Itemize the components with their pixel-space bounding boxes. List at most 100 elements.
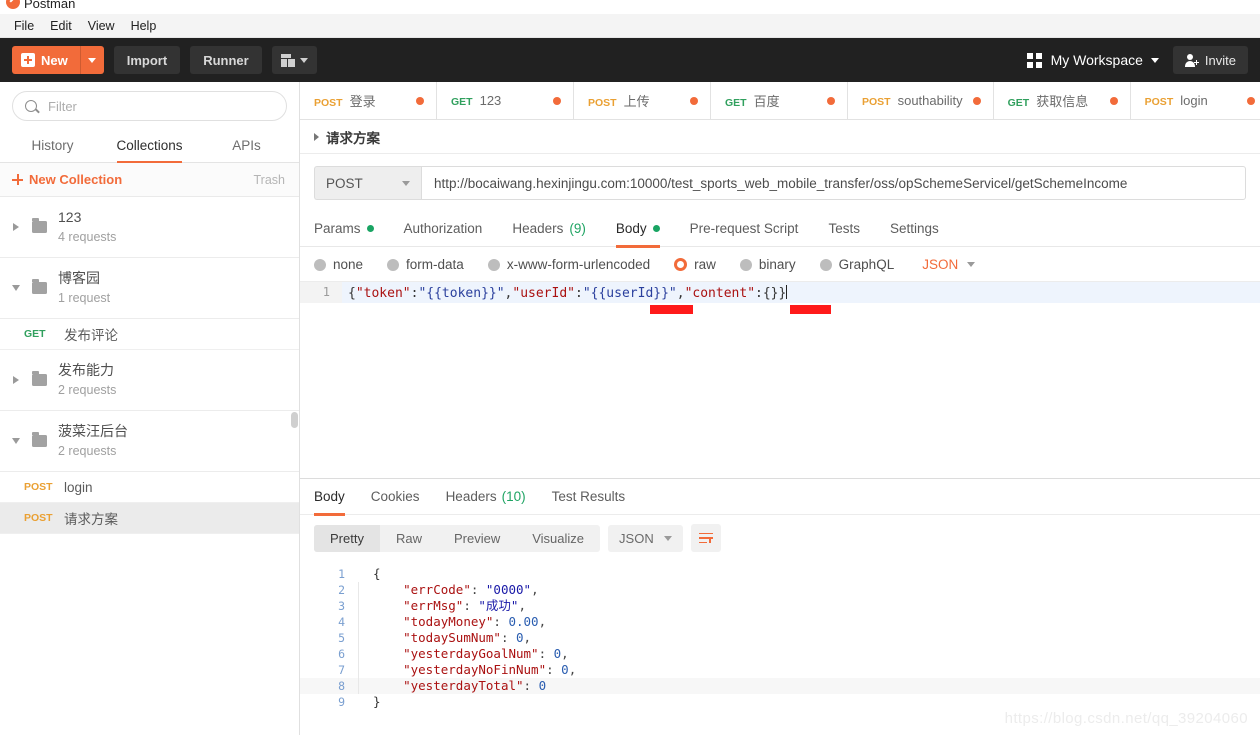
- tab-authorization[interactable]: Authorization: [389, 210, 498, 247]
- tab-body[interactable]: Body: [601, 210, 675, 248]
- body-mode-graphql[interactable]: GraphQL: [819, 257, 894, 272]
- request-tab-huoquxinxi[interactable]: GET 获取信息: [993, 82, 1131, 119]
- radio-icon: [819, 258, 832, 271]
- body-mode-binary[interactable]: binary: [739, 257, 796, 272]
- url-bar: POST: [300, 154, 1260, 210]
- response-body: 1 { 2 "errCode": "0000", 3 "errMsg": "成功…: [300, 560, 1260, 735]
- json-punct: :: [755, 285, 763, 301]
- response-line-text: }: [373, 694, 381, 709]
- request-method: POST: [24, 481, 53, 493]
- request-tab-123[interactable]: GET 123: [437, 82, 574, 119]
- response-line-text: {: [373, 566, 381, 581]
- radio-icon-selected: [674, 258, 688, 271]
- request-tab-southability[interactable]: POST southability: [848, 82, 994, 119]
- runner-button[interactable]: Runner: [190, 46, 262, 74]
- collection-name: 123: [58, 209, 82, 225]
- response-tab-body[interactable]: Body: [314, 479, 358, 516]
- tab-apis[interactable]: APIs: [198, 129, 295, 162]
- tab-params[interactable]: Params: [314, 210, 389, 247]
- new-button-dropdown[interactable]: [79, 46, 104, 74]
- menu-item-view[interactable]: View: [80, 17, 123, 35]
- view-mode-pretty[interactable]: Pretty: [314, 524, 380, 552]
- menu-item-file[interactable]: File: [6, 17, 42, 35]
- tab-headers-label: Headers: [512, 220, 564, 236]
- json-value: "{{token}}": [418, 285, 505, 301]
- collection-text: 发布能力 2 requests: [58, 361, 116, 399]
- json-punct: {: [348, 285, 356, 301]
- view-mode-raw[interactable]: Raw: [380, 525, 438, 552]
- url-input[interactable]: [421, 166, 1246, 200]
- list-item[interactable]: POST login: [0, 472, 299, 503]
- invite-button[interactable]: Invite: [1172, 46, 1248, 74]
- tab-collections[interactable]: Collections: [101, 129, 198, 163]
- import-button[interactable]: Import: [113, 46, 181, 74]
- list-item-selected[interactable]: POST 请求方案: [0, 503, 299, 534]
- body-mode-urlencoded[interactable]: x-www-form-urlencoded: [487, 257, 650, 272]
- expand-toggle[interactable]: [10, 223, 22, 231]
- workspace-selector[interactable]: My Workspace: [1026, 52, 1159, 68]
- response-tab-headers[interactable]: Headers (10): [433, 479, 539, 515]
- json-punct: ,: [676, 285, 685, 301]
- tab-history[interactable]: History: [4, 129, 101, 162]
- collection-item-fabunengli[interactable]: 发布能力 2 requests: [0, 350, 299, 411]
- new-button-main[interactable]: New: [12, 46, 80, 74]
- collection-item-bocaiwang[interactable]: 菠菜汪后台 2 requests: [0, 411, 299, 472]
- response-tab-cookies[interactable]: Cookies: [358, 479, 433, 515]
- radio-icon: [314, 258, 326, 271]
- tab-tests[interactable]: Tests: [813, 210, 875, 247]
- json-punct: :: [538, 646, 554, 661]
- tab-headers[interactable]: Headers (9): [497, 210, 601, 247]
- request-tab-login[interactable]: POST login: [1130, 82, 1260, 119]
- tab-method: POST: [862, 96, 891, 108]
- request-tab-baidu[interactable]: GET 百度: [711, 82, 848, 119]
- json-punct: :: [493, 614, 509, 629]
- new-window-button[interactable]: [271, 46, 317, 74]
- filter-wrapper: [0, 82, 299, 129]
- menu-item-help[interactable]: Help: [123, 17, 165, 35]
- request-tab-shangchuan[interactable]: POST 上传: [574, 82, 711, 119]
- tab-params-label: Params: [314, 220, 361, 236]
- json-value: 0: [516, 630, 524, 645]
- view-mode-visualize[interactable]: Visualize: [516, 525, 600, 552]
- filter-box[interactable]: [12, 91, 287, 121]
- json-value: 0: [538, 678, 547, 693]
- http-method-select[interactable]: POST: [314, 166, 421, 200]
- tab-pre-request-script[interactable]: Pre-request Script: [675, 210, 814, 247]
- word-wrap-button[interactable]: [690, 524, 721, 552]
- radio-icon: [739, 258, 752, 271]
- search-input[interactable]: [46, 97, 274, 115]
- trash-button[interactable]: Trash: [254, 173, 286, 187]
- grid-icon: [1026, 52, 1042, 68]
- request-body-text[interactable]: {"token":"{{token}}","userId":"{{userId}…: [342, 284, 788, 301]
- request-tab-denglu[interactable]: POST 登录: [300, 82, 437, 119]
- chevron-down-icon: [299, 57, 308, 63]
- expand-toggle[interactable]: [10, 376, 22, 384]
- toolbar-right-group: My Workspace Invite: [1026, 38, 1248, 82]
- new-button-label: New: [41, 52, 68, 68]
- tab-method: POST: [314, 97, 343, 109]
- new-button[interactable]: New: [12, 46, 104, 74]
- body-mode-none[interactable]: none: [314, 257, 363, 272]
- collection-item-boketuan[interactable]: 博客园 1 request: [0, 258, 299, 319]
- body-mode-form-data[interactable]: form-data: [387, 257, 464, 272]
- body-mode-raw[interactable]: raw: [674, 257, 716, 272]
- response-tab-test-results[interactable]: Test Results: [539, 479, 639, 515]
- menu-item-edit[interactable]: Edit: [42, 17, 80, 35]
- request-body-editor[interactable]: 1 {"token":"{{token}}","userId":"{{userI…: [300, 282, 1260, 478]
- response-format-select[interactable]: JSON: [608, 524, 683, 552]
- postman-logo-icon: [6, 0, 20, 9]
- sidebar-scrollbar[interactable]: [291, 412, 298, 428]
- breadcrumb[interactable]: 请求方案: [300, 120, 1260, 154]
- collection-name: 博客园: [58, 270, 100, 286]
- app-body: History Collections APIs New Collection …: [0, 82, 1260, 735]
- new-collection-button[interactable]: New Collection: [12, 172, 122, 187]
- folder-icon: [32, 218, 47, 233]
- collapse-toggle[interactable]: [10, 438, 22, 444]
- collection-item-123[interactable]: 123 4 requests: [0, 197, 299, 258]
- chevron-down-icon: [1150, 57, 1159, 63]
- list-item[interactable]: GET 发布评论: [0, 319, 299, 350]
- view-mode-preview[interactable]: Preview: [438, 525, 516, 552]
- tab-settings[interactable]: Settings: [875, 210, 954, 247]
- collapse-toggle[interactable]: [10, 285, 22, 291]
- body-format-select[interactable]: JSON: [922, 257, 976, 272]
